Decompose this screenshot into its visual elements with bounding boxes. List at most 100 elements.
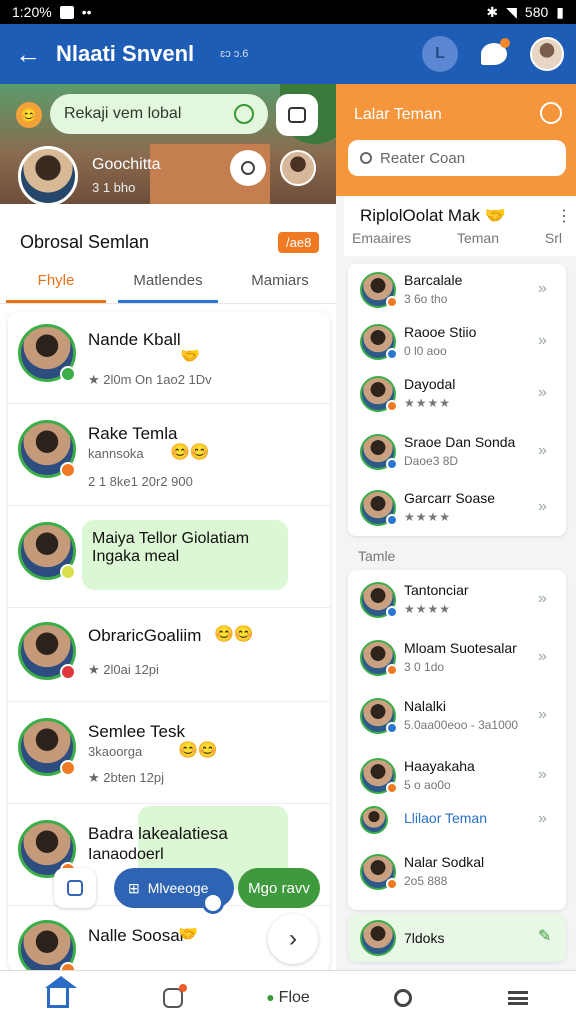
friend-meta: 2o5 888 [404,874,448,888]
contact-name: Nande Kball [88,330,181,349]
window-icon-button[interactable] [276,94,318,136]
window-icon [288,107,306,123]
search-input[interactable]: Reater Coan [348,140,566,176]
profile-initial-button[interactable]: L [422,36,458,72]
notification-icon [59,5,74,19]
profile-initial: L [435,45,445,62]
contact-name: Nalle Soosal [88,926,184,945]
status-badge [60,564,76,580]
avatar [360,806,388,834]
status-badge [60,664,76,680]
nav-home[interactable] [0,971,115,1024]
user-profile-button[interactable] [230,150,266,186]
avatar [360,920,396,956]
new-message-label: Mgo ravv [248,879,310,897]
view-all-link[interactable]: Llilaor Teman [404,810,487,826]
list-item[interactable]: Raooe Stiio 0 l0 aoo » [348,316,566,372]
attach-button[interactable] [54,868,96,908]
list-item[interactable]: Mloam Suotesalar 3 0 1do » [348,632,566,688]
search-ring-icon[interactable] [540,102,562,124]
chat-notification-button[interactable] [476,36,512,72]
chevron-right-icon: » [538,332,547,349]
list-item[interactable]: ObraricGoaliim 😊😊 ★ 2l0ai 12pi [8,610,330,702]
view-all-link-row[interactable]: Llilaor Teman » [348,800,566,840]
user-avatar[interactable] [530,37,564,71]
contact-name: ObraricGoaliim [88,626,202,645]
app-title: Nlaati Snvenl [56,41,195,66]
right-panel: Lalar Teman Reater Coan RiplolOolat Mak … [336,84,576,970]
notification-dot [500,38,510,48]
leaf-icon: ● [266,988,275,1005]
status-bar: 1:20% •• ✱ ◥ 580 ▮ [0,0,576,24]
online-badge [60,366,76,382]
tab-emaaires[interactable]: Emaaires [352,230,411,246]
list-item[interactable]: Tantonciar ★★★★ » [348,574,566,630]
contact-name: Semlee Tesk [88,722,186,741]
bag-icon [162,983,187,1008]
menu-icon [508,990,529,1005]
friend-avatar[interactable] [280,150,316,186]
profile-avatar[interactable] [18,146,78,204]
next-arrow-button[interactable]: › [268,914,318,964]
emoji-icon: 🤝 [178,926,198,943]
edit-icon[interactable]: ✎ [538,926,551,946]
bluetooth-icon: ✱ [486,3,499,20]
search-placeholder: Reater Coan [380,149,466,167]
friend-name: Mloam Suotesalar [404,640,517,656]
list-item[interactable]: Maiya Tellor Giolatiam Ingaka meal [8,508,330,608]
profile-meta: 3 1 bho [92,180,136,195]
status-badge [386,722,398,734]
friend-name: Nalar Sodkal [404,854,485,870]
card-title-text: RiplolOolat Mak [360,206,480,225]
tab-srl[interactable]: Srl [545,230,562,246]
tab-mamiars[interactable]: Mamiars [224,264,336,303]
tab-fhyle[interactable]: Fhyle [0,264,112,303]
friend-name: Nalalki [404,698,447,714]
friend-meta: Daoe3 8D [404,454,459,468]
new-message-button[interactable]: Mgo ravv [238,868,320,908]
right-header: Lalar Teman Reater Coan [336,84,576,196]
nav-menu[interactable] [461,971,576,1024]
list-item[interactable]: Rake Temla kannsoka 😊😊 2 1 8ke1 20r2 900 [8,406,330,506]
status-input-text: Rekaji vem lobal [64,105,182,122]
status-badge [60,462,76,478]
edit-icon[interactable] [234,104,254,124]
nav-search[interactable] [346,971,461,1024]
list-item[interactable]: Barcalale 3 6o tho » [348,264,566,320]
emoji-icon: 🤝 [180,348,200,365]
section-label: Tamle [358,548,396,564]
compose-card[interactable]: 7ldoks ✎ [348,914,566,962]
section-badge: /ae8 [278,232,320,253]
friend-name: Garcarr Soase [404,490,496,506]
message-line-1: Badra lakealatiesa [88,824,228,843]
chevron-right-icon: » [538,280,547,297]
back-arrow-icon[interactable]: ← [0,24,56,84]
friend-rating: ★★★★ [404,602,452,616]
list-item[interactable]: Sraoe Dan Sonda Daoe3 8D » [348,426,566,482]
list-item[interactable]: Nalalki 5.0aa00eoo - 3a1000 » [348,690,566,746]
more-options-icon[interactable]: ⋮ [556,206,572,226]
list-item[interactable]: Semlee Tesk 3kaoorga 😊😊 ★ 2bten 12pj [8,704,330,804]
list-item[interactable]: Nande Kball 🤝 ★ 2l0m On 1ao2 1Dv [8,312,330,404]
list-item[interactable]: 7ldoks ✎ [348,914,566,962]
list-item[interactable]: Nalar Sodkal 2o5 888 [348,846,566,902]
tab-teman[interactable]: Teman [457,230,499,246]
status-badge [386,782,398,794]
tab-matlendes[interactable]: Matlendes [112,264,224,303]
search-icon [360,152,372,164]
friend-name: Barcalale [404,272,463,288]
home-icon [44,975,77,1008]
nav-center[interactable]: ● Floe [230,971,345,1024]
friend-name: Dayodal [404,376,456,392]
contact-meta: ★ 2bten 12pj [88,770,164,785]
chevron-right-icon: » [538,498,547,515]
list-item[interactable]: Dayodal ★★★★ » [348,368,566,424]
list-item[interactable]: Garcarr Soase ★★★★ » [348,482,566,538]
messages-button[interactable]: ⊞ Mlveeoge [114,868,234,914]
list-item[interactable]: Haayakaha 5 o ao0o » [348,750,566,806]
status-input[interactable]: Rekaji vem lobal [50,94,268,134]
friend-meta: 5 o ao0o [404,778,451,792]
message-bubble[interactable]: Maiya Tellor Giolatiam Ingaka meal [82,520,288,590]
nav-shop[interactable] [115,971,230,1024]
emoji-icon[interactable]: 😊 [16,102,42,128]
